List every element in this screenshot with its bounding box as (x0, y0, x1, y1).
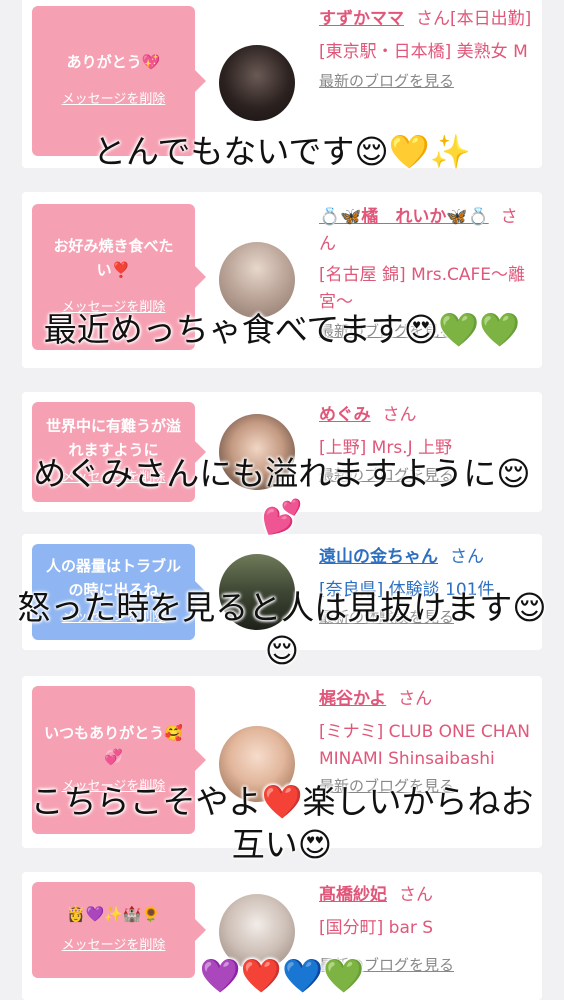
sender-info: すずかママ さん[本日出勤] [東京駅・日本橋] 美熟女 M 最新のブログを見る (319, 6, 534, 95)
overlay-caption: 最近めっちゃ食べてます😍💚💚 (43, 311, 521, 348)
message-text: お好み焼き食べたい❣️ (53, 237, 174, 279)
honorific: さん (450, 547, 484, 567)
sender-name[interactable]: すずかママ (319, 9, 404, 29)
sender-detail: [ミナミ] CLUB ONE CHAN MINAMI Shinsaibashi (319, 722, 530, 769)
honorific: さん (398, 689, 433, 709)
sender-name[interactable]: 💍🦋橘 れいか🦋💍 (319, 207, 489, 227)
overlay-caption: とんでもないです😌💛✨ (93, 133, 471, 170)
honorific: さん (382, 405, 417, 425)
sender-name[interactable]: めぐみ (319, 405, 371, 425)
sender-name[interactable]: 髙橋紗妃 (319, 885, 387, 905)
sender-detail: [東京駅・日本橋] 美熟女 M (319, 42, 528, 62)
latest-blog-link[interactable]: 最新のブログを見る (319, 68, 534, 95)
sender-status: [本日出勤] (450, 9, 532, 29)
sender-name[interactable]: 梶谷かよ (319, 689, 386, 709)
delete-message-link[interactable]: メッセージを削除 (62, 88, 166, 112)
message-text: いつもありがとう🥰💞 (44, 724, 183, 766)
honorific: さん (399, 885, 433, 905)
sender-detail: [国分町] bar S (319, 918, 434, 938)
overlay-caption: 💜❤️💙💚 (199, 957, 365, 994)
sender-name[interactable]: 遠山の金ちゃん (319, 547, 438, 567)
overlay-caption: 怒った時を見ると人は見抜けます😌😌 (17, 589, 547, 669)
overlay-caption: めぐみさんにも溢れますように😌💕 (33, 455, 531, 535)
avatar[interactable] (219, 242, 295, 318)
message-text: ありがとう💖 (66, 53, 161, 71)
honorific: さん (416, 9, 450, 29)
message-text: 👸💜✨🏰🌻 (66, 905, 161, 923)
overlay-caption: こちらこそやよ❤️楽しいからねお互い😍 (30, 783, 534, 863)
avatar[interactable] (219, 45, 295, 121)
